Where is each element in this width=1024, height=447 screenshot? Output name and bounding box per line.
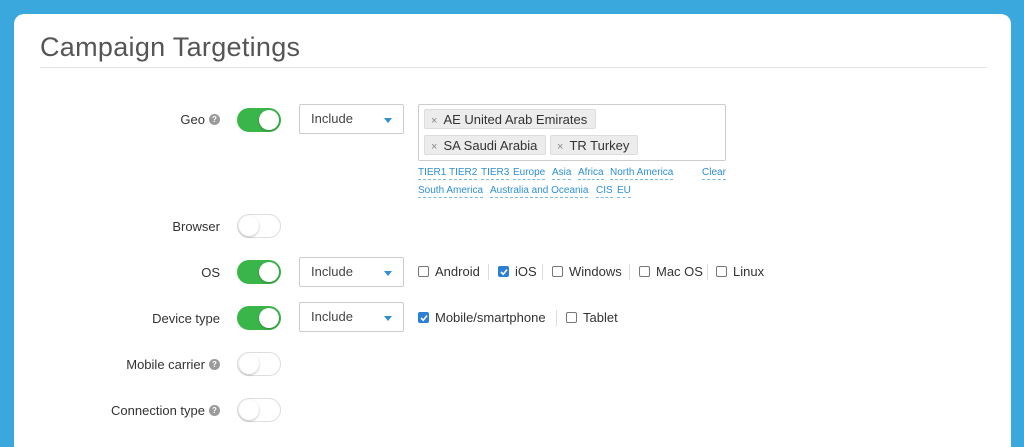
quick-link-eu[interactable]: EU (617, 185, 631, 198)
geo-tags-input[interactable]: × AE United Arab Emirates × SA Saudi Arabi… (418, 104, 726, 161)
title-divider (40, 67, 987, 68)
quick-link-cis[interactable]: CIS (596, 185, 613, 198)
remove-tag-icon[interactable]: × (431, 141, 437, 153)
checkbox[interactable] (566, 312, 577, 323)
quick-link-tier1[interactable]: TIER1 (418, 167, 447, 180)
caret-down-icon (384, 118, 392, 123)
os-label: OS (201, 265, 220, 280)
checkbox-checked[interactable] (418, 312, 429, 323)
device-option-tablet[interactable]: Tablet (566, 310, 618, 325)
browser-label: Browser (172, 219, 220, 234)
caret-down-icon (384, 316, 392, 321)
browser-label-text: Browser (172, 219, 220, 234)
page-title: Campaign Targetings (40, 32, 301, 62)
geo-label: Geo ? (180, 112, 220, 127)
geo-tag-label: AE United Arab Emirates (443, 112, 588, 127)
os-mode-select[interactable]: Include (299, 257, 404, 287)
help-icon[interactable]: ? (209, 359, 220, 370)
geo-mode-select[interactable]: Include (299, 104, 404, 134)
os-option-linux[interactable]: Linux (716, 264, 764, 279)
caret-down-icon (384, 271, 392, 276)
targeting-card: Campaign Targetings Geo ? Include × AE Un… (14, 14, 1011, 447)
checkmark-icon (499, 268, 508, 275)
option-separator (488, 264, 489, 280)
toggle-knob (259, 110, 279, 130)
quick-link-europe[interactable]: Europe (513, 167, 546, 180)
quick-link-south-america[interactable]: South America (418, 185, 484, 198)
os-label-text: OS (201, 265, 220, 280)
os-option-label: Linux (733, 264, 765, 279)
quick-link-africa[interactable]: Africa (578, 167, 604, 180)
toggle-knob (239, 216, 259, 236)
browser-toggle[interactable] (237, 214, 281, 238)
device-option-label: Tablet (583, 310, 618, 325)
help-icon[interactable]: ? (209, 114, 220, 125)
device-type-label: Device type (152, 311, 220, 326)
os-option-ios[interactable]: iOS (498, 264, 537, 279)
geo-toggle[interactable] (237, 108, 281, 132)
os-option-label: Android (435, 264, 480, 279)
device-type-label-text: Device type (152, 311, 220, 326)
os-option-label: iOS (515, 264, 537, 279)
clear-link[interactable]: Clear (702, 167, 726, 180)
os-option-label: Mac OS (656, 264, 703, 279)
help-icon[interactable]: ? (209, 405, 220, 416)
mobile-carrier-label-text: Mobile carrier (126, 357, 205, 372)
os-option-mac-os[interactable]: Mac OS (639, 264, 703, 279)
geo-tag: × TR Turkey (550, 135, 639, 155)
device-type-mode-select[interactable]: Include (299, 302, 404, 332)
quick-link-australia-oceania[interactable]: Australia and Oceania (490, 185, 589, 198)
device-type-mode-value: Include (311, 309, 353, 324)
toggle-knob (259, 262, 279, 282)
geo-mode-value: Include (311, 111, 353, 126)
toggle-knob (239, 354, 259, 374)
checkbox[interactable] (716, 266, 727, 277)
quick-link-tier2[interactable]: TIER2 (449, 167, 478, 180)
option-separator (707, 264, 708, 280)
geo-tag-label: TR Turkey (569, 138, 630, 153)
geo-tag-label: SA Saudi Arabia (443, 138, 538, 153)
device-type-toggle[interactable] (237, 306, 281, 330)
checkmark-icon (419, 314, 428, 321)
os-option-label: Windows (569, 264, 622, 279)
toggle-knob (239, 400, 259, 420)
mobile-carrier-toggle[interactable] (237, 352, 281, 376)
remove-tag-icon[interactable]: × (557, 141, 563, 153)
remove-tag-icon[interactable]: × (431, 115, 437, 127)
device-option-label: Mobile/smartphone (435, 310, 546, 325)
option-separator (542, 264, 543, 280)
os-option-windows[interactable]: Windows (552, 264, 622, 279)
toggle-knob (259, 308, 279, 328)
checkbox-checked[interactable] (498, 266, 509, 277)
geo-tag: × AE United Arab Emirates (424, 109, 597, 129)
mobile-carrier-label: Mobile carrier ? (126, 357, 220, 372)
checkbox[interactable] (639, 266, 650, 277)
checkbox[interactable] (552, 266, 563, 277)
os-toggle[interactable] (237, 260, 281, 284)
geo-tag: × SA Saudi Arabia (424, 135, 547, 155)
quick-link-north-america[interactable]: North America (610, 167, 674, 180)
device-option-mobile-smartphone[interactable]: Mobile/smartphone (418, 310, 546, 325)
quick-link-tier3[interactable]: TIER3 (481, 167, 510, 180)
connection-type-toggle[interactable] (237, 398, 281, 422)
os-option-android[interactable]: Android (418, 264, 480, 279)
checkbox[interactable] (418, 266, 429, 277)
os-mode-value: Include (311, 264, 353, 279)
quick-link-asia[interactable]: Asia (552, 167, 572, 180)
option-separator (629, 264, 630, 280)
connection-type-label-text: Connection type (111, 403, 205, 418)
connection-type-label: Connection type ? (111, 403, 220, 418)
geo-label-text: Geo (180, 112, 205, 127)
option-separator (556, 310, 557, 326)
